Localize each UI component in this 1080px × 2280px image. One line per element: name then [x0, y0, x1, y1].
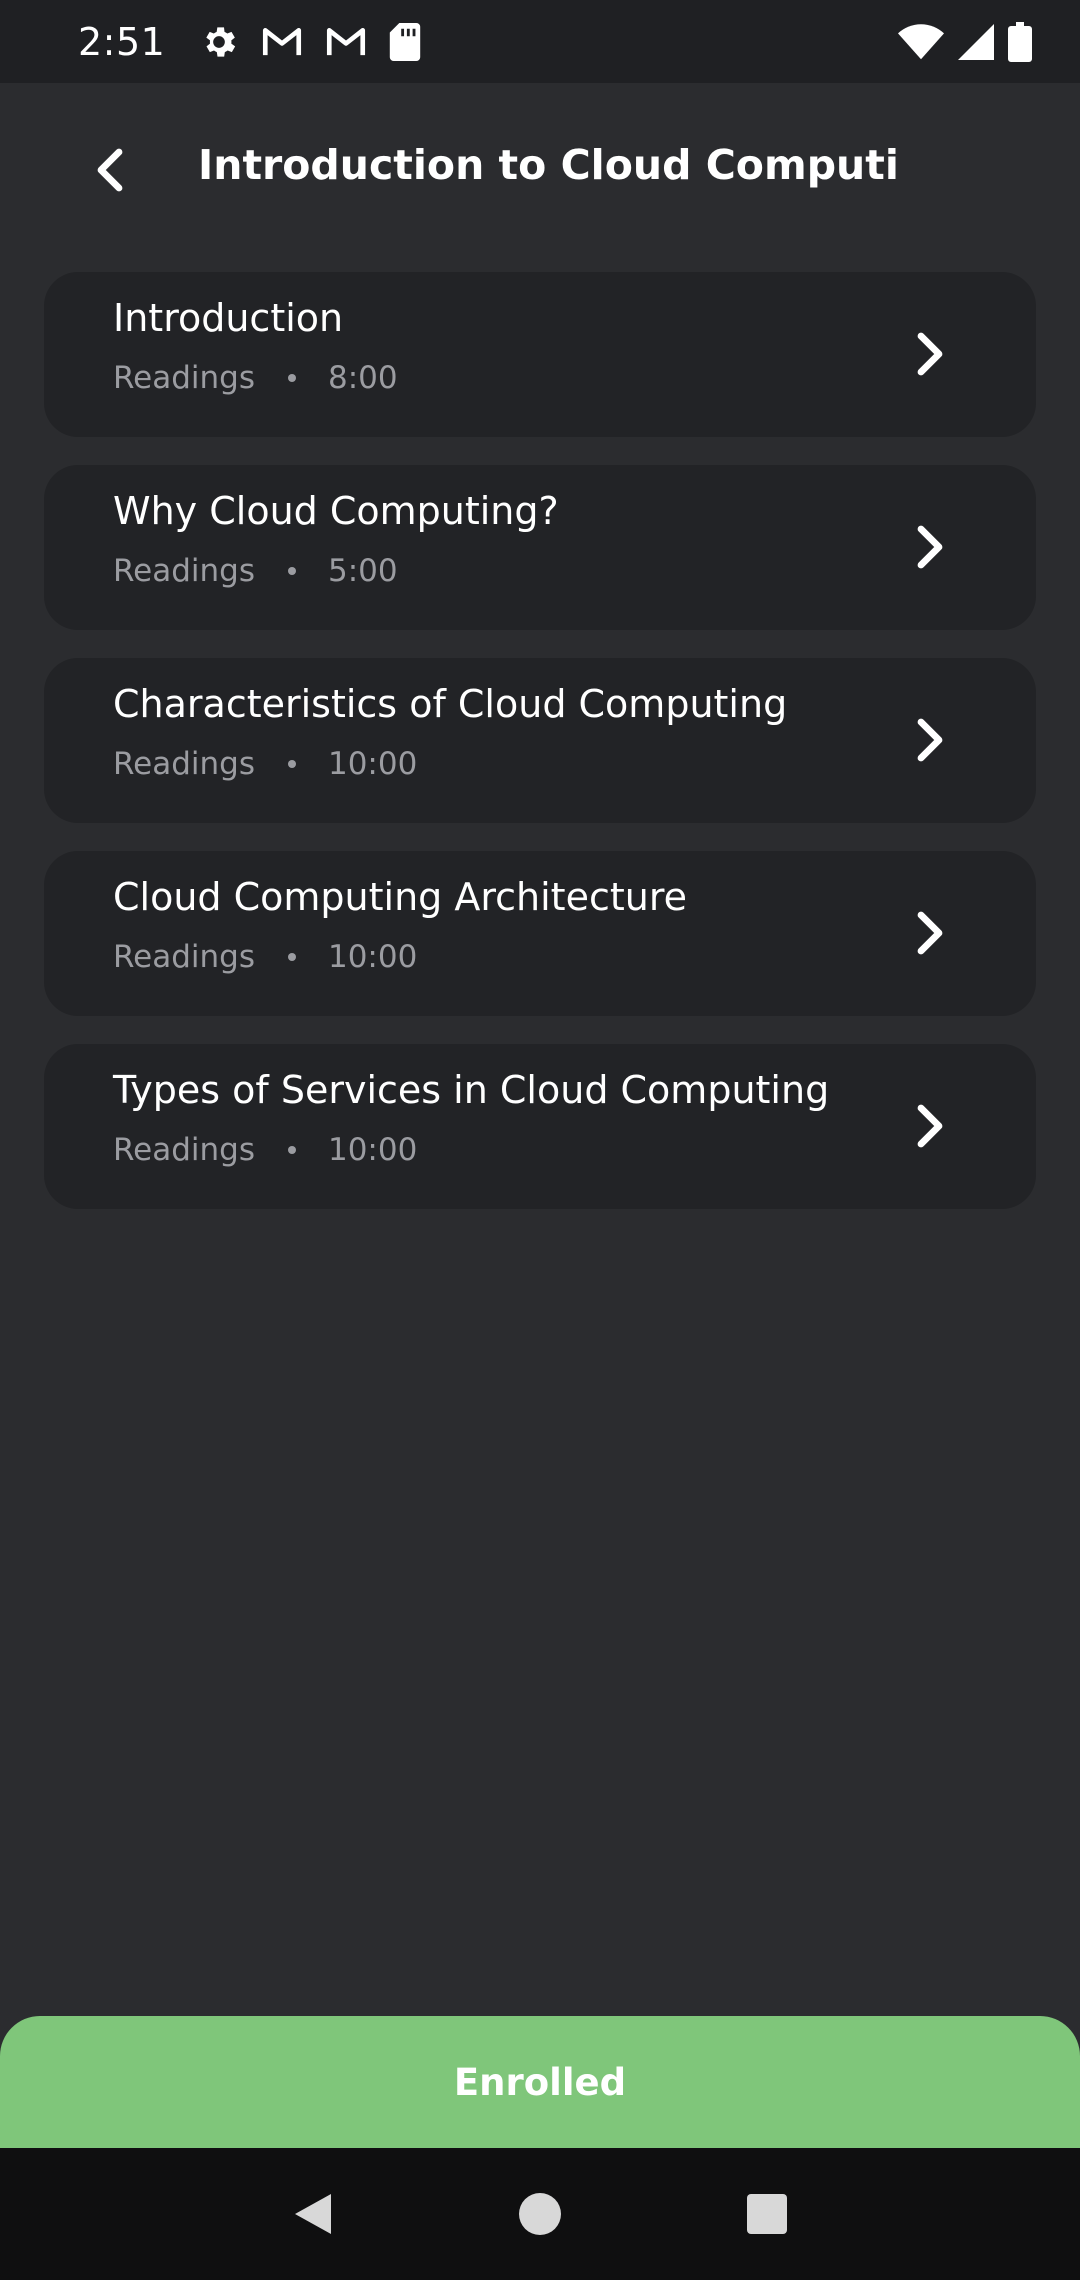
lesson-title: Types of Services in Cloud Computing: [113, 1068, 830, 1112]
lesson-item[interactable]: Characteristics of Cloud Computing Readi…: [44, 658, 1036, 823]
nav-recents-button[interactable]: [737, 2184, 797, 2244]
separator-dot: [287, 953, 296, 961]
enrolled-label: Enrolled: [453, 2060, 627, 2104]
sd-card-icon: [389, 22, 421, 61]
separator-dot: [287, 374, 296, 382]
chevron-right-icon: [906, 1102, 954, 1150]
lesson-meta: Readings 8:00: [113, 360, 398, 396]
screen: 2:51 Introduction to Cloud Computin... I…: [0, 0, 1080, 2280]
gear-icon: [199, 22, 239, 62]
wifi-icon: [898, 23, 944, 60]
lesson-title: Why Cloud Computing?: [113, 489, 559, 533]
lesson-duration: 10:00: [327, 1132, 418, 1168]
lesson-meta: Readings 10:00: [113, 939, 417, 975]
separator-dot: [287, 1146, 296, 1154]
lesson-duration: 5:00: [327, 553, 398, 589]
chevron-left-icon: [97, 148, 123, 192]
page-title: Introduction to Cloud Computin...: [198, 141, 898, 189]
header: Introduction to Cloud Computin...: [0, 83, 1080, 258]
separator-dot: [287, 760, 296, 768]
nav-home-button[interactable]: [510, 2184, 570, 2244]
signal-icon: [958, 23, 994, 60]
lesson-type: Readings: [113, 939, 255, 975]
gmail-icon: [261, 26, 303, 58]
lesson-duration: 10:00: [327, 939, 418, 975]
lesson-duration: 10:00: [327, 746, 418, 782]
lesson-item[interactable]: Cloud Computing Architecture Readings 10…: [44, 851, 1036, 1016]
lesson-meta: Readings 10:00: [113, 1132, 417, 1168]
lesson-item[interactable]: Introduction Readings 8:00: [44, 272, 1036, 437]
lesson-list: Introduction Readings 8:00 Why Cloud Com…: [44, 272, 1036, 1237]
back-triangle-icon: [295, 2194, 332, 2234]
system-nav-bar: [0, 2148, 1080, 2280]
lesson-type: Readings: [113, 746, 255, 782]
lesson-type: Readings: [113, 553, 255, 589]
separator-dot: [287, 567, 296, 575]
lesson-meta: Readings 5:00: [113, 553, 398, 589]
lesson-duration: 8:00: [327, 360, 398, 396]
nav-back-button[interactable]: [283, 2184, 343, 2244]
lesson-title: Introduction: [113, 296, 344, 340]
lesson-item[interactable]: Why Cloud Computing? Readings 5:00: [44, 465, 1036, 630]
back-button[interactable]: [80, 139, 142, 201]
status-time: 2:51: [78, 19, 166, 64]
chevron-right-icon: [906, 330, 954, 378]
status-icons-left: [199, 22, 421, 62]
chevron-right-icon: [906, 909, 954, 957]
recents-square-icon: [746, 2194, 787, 2234]
status-bar: 2:51: [0, 0, 1080, 83]
chevron-right-icon: [906, 523, 954, 571]
chevron-right-icon: [906, 716, 954, 764]
lesson-meta: Readings 10:00: [113, 746, 417, 782]
battery-icon: [1008, 21, 1032, 62]
lesson-item[interactable]: Types of Services in Cloud Computing Rea…: [44, 1044, 1036, 1209]
status-icons-right: [898, 21, 1032, 62]
lesson-type: Readings: [113, 360, 255, 396]
lesson-type: Readings: [113, 1132, 255, 1168]
lesson-title: Characteristics of Cloud Computing: [113, 682, 788, 726]
enrolled-button[interactable]: Enrolled: [0, 2016, 1080, 2148]
lesson-title: Cloud Computing Architecture: [113, 875, 688, 919]
gmail-icon: [325, 26, 367, 58]
home-circle-icon: [518, 2193, 561, 2235]
